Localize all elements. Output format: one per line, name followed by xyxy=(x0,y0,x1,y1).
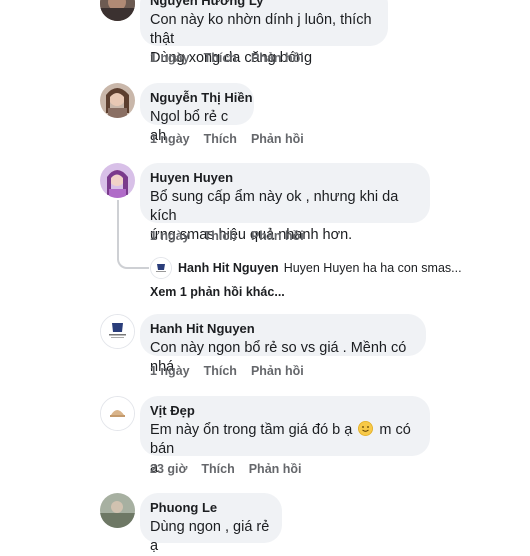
reply-author[interactable]: Hanh Hit Nguyen xyxy=(178,261,279,275)
reply-button[interactable]: Phản hồi xyxy=(251,51,304,65)
like-button[interactable]: Thích xyxy=(204,364,237,378)
reply-preview[interactable]: Hanh Hit Nguyen Huyen Huyen ha ha con sma… xyxy=(178,261,462,275)
comment-author[interactable]: Hanh Hit Nguyen xyxy=(150,321,414,337)
like-button[interactable]: Thích xyxy=(204,51,237,65)
timestamp[interactable]: 1 ngày xyxy=(150,229,190,243)
reply-button[interactable]: Phản hồi xyxy=(251,229,304,243)
timestamp[interactable]: 1 ngày xyxy=(150,132,190,146)
comment-bubble: Hanh Hit Nguyen Con này ngon bổ rẻ so vs… xyxy=(140,314,426,375)
smile-emoji-icon xyxy=(358,421,374,436)
comment-actions: 1 ngày Thích Phản hồi xyxy=(150,229,318,243)
comment-actions: 1 ngày Thích Phản hồi xyxy=(150,364,318,378)
avatar[interactable] xyxy=(100,163,135,198)
comment-bubble: Nguyễn Hương Ly Con này ko nhờn dính j l… xyxy=(140,0,388,66)
timestamp[interactable]: 1 ngày xyxy=(150,364,190,378)
timestamp[interactable]: 1 ngày xyxy=(150,51,190,65)
avatar[interactable] xyxy=(100,0,135,21)
comment-bubble: Nguyễn Thị Hiền Ngol bổ rẻ c ah xyxy=(140,83,254,144)
reply-button[interactable]: Phản hồi xyxy=(251,364,304,378)
avatar[interactable] xyxy=(100,493,135,528)
reply-avatar[interactable] xyxy=(150,257,172,279)
comment-author[interactable]: Nguyễn Hương Ly xyxy=(150,0,376,9)
comment-author[interactable]: Phuong Le xyxy=(150,500,270,516)
comment-bubble: Phuong Le Dùng ngon , giá rẻ ạ xyxy=(140,493,282,554)
timestamp[interactable]: 23 giờ xyxy=(150,462,187,476)
reply-snippet: Huyen Huyen ha ha con smas... xyxy=(283,261,462,275)
like-button[interactable]: Thích xyxy=(204,132,237,146)
view-more-replies-link[interactable]: Xem 1 phản hồi khác... xyxy=(150,285,285,299)
comment-author[interactable]: Nguyễn Thị Hiền xyxy=(150,90,253,106)
comment-author[interactable]: Vịt Đẹp xyxy=(150,403,418,419)
comment-text: Dùng ngon , giá rẻ ạ xyxy=(150,519,270,554)
comment-bubble: Vịt Đẹp Em này ổn trong tầm giá đó b ạ m… xyxy=(140,396,430,476)
comment-actions: 1 ngày Thích Phản hồi xyxy=(150,132,318,146)
reply-button[interactable]: Phản hồi xyxy=(249,462,302,476)
comment-author[interactable]: Huyen Huyen xyxy=(150,170,418,186)
avatar[interactable] xyxy=(100,314,135,349)
like-button[interactable]: Thích xyxy=(201,462,234,476)
avatar[interactable] xyxy=(100,83,135,118)
thread-connector xyxy=(117,250,149,269)
reply-button[interactable]: Phản hồi xyxy=(251,132,304,146)
comment-bubble: Huyen Huyen Bổ sung cấp ẩm này ok , nhưn… xyxy=(140,163,430,243)
comment-actions: 1 ngày Thích Phản hồi xyxy=(150,51,318,65)
avatar[interactable] xyxy=(100,396,135,431)
like-button[interactable]: Thích xyxy=(204,229,237,243)
comment-actions: 23 giờ Thích Phản hồi xyxy=(150,462,316,476)
